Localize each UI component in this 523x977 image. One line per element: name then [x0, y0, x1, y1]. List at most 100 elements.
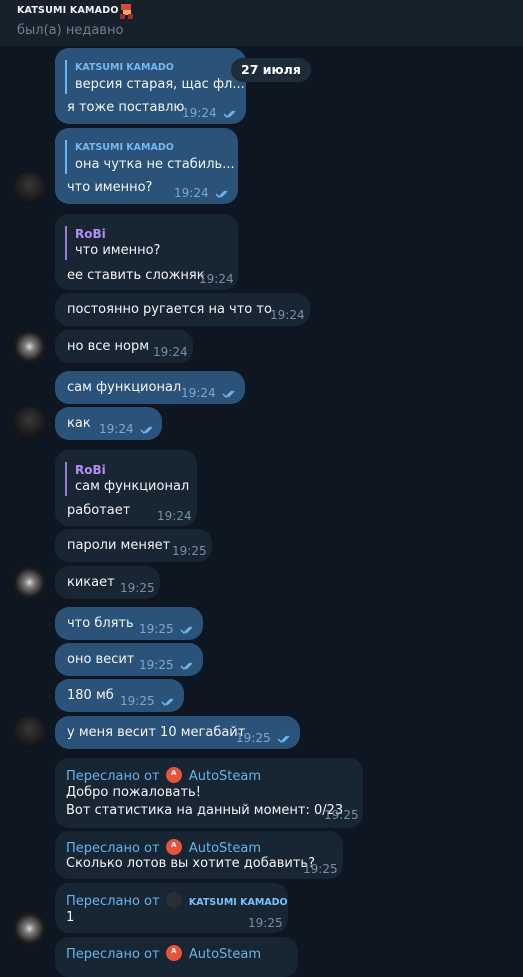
- message-text: но все норм: [67, 339, 150, 354]
- message-text: я тоже поставлю: [67, 100, 185, 115]
- message-bubble[interactable]: 180 мб 19:25: [55, 679, 184, 712]
- message-time: 19:25: [120, 581, 155, 595]
- message-bubble[interactable]: KATSUMI KAMADO версия старая, щас фл... …: [55, 48, 246, 124]
- contact-name[interactable]: KATSUMI KAMADO: [17, 5, 119, 16]
- message-bubble[interactable]: KATSUMI KAMADO она чутка не стабиль... ч…: [55, 128, 238, 204]
- avatar[interactable]: [13, 330, 46, 363]
- reply-quote[interactable]: RoBi сам функционал: [65, 462, 189, 496]
- reply-quote[interactable]: KATSUMI KAMADO версия старая, щас фл...: [65, 60, 245, 94]
- message-text: у меня весит 10 мегабайт: [67, 725, 246, 740]
- double-check-icon: [161, 698, 174, 706]
- reply-author: RoBi: [75, 227, 106, 241]
- message-time: 19:24: [181, 386, 216, 400]
- forwarded-label: Переслано от: [66, 841, 160, 856]
- message-time: 19:25: [303, 862, 338, 876]
- message-text: оно весит: [67, 652, 135, 667]
- forwarded-source[interactable]: AutoSteam: [189, 947, 261, 962]
- forwarded-header[interactable]: Переслано от AutoSteam: [66, 945, 261, 962]
- double-check-icon: [180, 626, 193, 634]
- message-text: постоянно ругается на что то: [67, 302, 272, 317]
- avatar[interactable]: [13, 716, 46, 749]
- message-text: что именно?: [67, 180, 153, 195]
- reply-text: сам функционал: [75, 479, 190, 494]
- message-time: 19:24: [174, 186, 209, 200]
- reply-quote[interactable]: KATSUMI KAMADO она чутка не стабиль...: [65, 140, 235, 174]
- message-text: работает: [67, 503, 131, 518]
- message-bubble[interactable]: RoBi сам функционал работает 19:24: [55, 450, 197, 526]
- double-check-icon: [223, 110, 236, 118]
- message-time: 19:25: [120, 694, 155, 708]
- message-bubble[interactable]: что блять 19:25: [55, 607, 203, 640]
- reply-author: RoBi: [75, 463, 106, 477]
- forwarded-label: Переслано от: [66, 947, 160, 962]
- forwarded-header[interactable]: Переслано от AutoSteam: [66, 767, 261, 784]
- message-text: 180 мб: [67, 688, 114, 703]
- chat-header[interactable]: KATSUMI KAMADO был(а) недавно: [0, 0, 523, 46]
- message-text: что блять: [67, 616, 134, 631]
- message-time: 19:25: [248, 916, 283, 930]
- message-text: ее ставить сложняк: [67, 268, 205, 283]
- reply-text: версия старая, щас фл...: [75, 77, 245, 92]
- avatar[interactable]: [13, 566, 46, 599]
- avatar[interactable]: [13, 912, 46, 945]
- double-check-icon: [222, 390, 235, 398]
- reply-author: KATSUMI KAMADO: [75, 62, 174, 73]
- message-bubble[interactable]: у меня весит 10 мегабайт 19:25: [55, 716, 300, 749]
- user-avatar-icon: [165, 892, 182, 908]
- avatar[interactable]: [13, 172, 46, 205]
- reply-text: что именно?: [75, 243, 161, 258]
- double-check-icon: [140, 426, 153, 434]
- message-bubble[interactable]: Переслано от KATSUMI KAMADO 1 19:25: [55, 883, 288, 933]
- message-bubble[interactable]: Переслано от AutoSteam Добро пожаловать!…: [55, 758, 363, 828]
- message-bubble[interactable]: пароли меняет 19:25: [55, 529, 212, 562]
- autosteam-avatar-icon: [165, 945, 182, 961]
- message-bubble[interactable]: как 19:24: [55, 407, 162, 440]
- message-bubble[interactable]: Переслано от AutoSteam: [55, 937, 298, 977]
- message-time: 19:24: [199, 272, 234, 286]
- message-time: 19:25: [139, 622, 174, 636]
- message-time: 19:25: [172, 544, 207, 558]
- message-text: Добро пожаловать!: [66, 785, 201, 800]
- forwarded-source[interactable]: AutoSteam: [189, 769, 261, 784]
- reply-quote[interactable]: RoBi что именно?: [65, 226, 160, 260]
- contact-status: был(а) недавно: [17, 23, 124, 38]
- message-time: 19:25: [324, 808, 359, 822]
- forwarded-header[interactable]: Переслано от KATSUMI KAMADO: [66, 892, 288, 909]
- message-time: 19:24: [182, 106, 217, 120]
- autosteam-avatar-icon: [165, 767, 182, 783]
- message-bubble[interactable]: кикает 19:25: [55, 566, 160, 599]
- contact-emoji-icon: [120, 4, 133, 19]
- message-bubble[interactable]: но все норм 19:24: [55, 330, 193, 363]
- message-text: кикает: [67, 575, 115, 590]
- message-time: 19:24: [270, 308, 305, 322]
- double-check-icon: [215, 190, 228, 198]
- reply-author: KATSUMI KAMADO: [75, 142, 174, 153]
- message-text: Сколько лотов вы хотите добавить?: [66, 856, 315, 871]
- date-separator: 27 июля: [231, 58, 311, 82]
- forwarded-label: Переслано от: [66, 769, 160, 784]
- forwarded-source[interactable]: AutoSteam: [189, 841, 261, 856]
- message-time: 19:24: [157, 509, 192, 523]
- reply-text: она чутка не стабиль...: [75, 157, 235, 172]
- message-bubble[interactable]: RoBi что именно? ее ставить сложняк 19:2…: [55, 214, 238, 290]
- message-bubble[interactable]: постоянно ругается на что то 19:24: [55, 293, 310, 326]
- message-text: как: [67, 416, 91, 431]
- double-check-icon: [277, 735, 290, 743]
- message-time: 19:24: [153, 345, 188, 359]
- message-bubble[interactable]: сам функционал 19:24: [55, 371, 245, 404]
- message-text: Вот статистика на данный момент: 0/23: [66, 803, 344, 818]
- avatar[interactable]: [13, 407, 46, 440]
- message-text: 1: [66, 910, 75, 925]
- message-time: 19:25: [236, 731, 271, 745]
- message-text: пароли меняет: [67, 538, 171, 553]
- message-text: сам функционал: [67, 380, 182, 395]
- message-time: 19:24: [99, 422, 134, 436]
- message-time: 19:25: [139, 658, 174, 672]
- forwarded-label: Переслано от: [66, 894, 160, 909]
- message-bubble[interactable]: оно весит 19:25: [55, 643, 203, 676]
- autosteam-avatar-icon: [165, 839, 182, 855]
- forwarded-source[interactable]: KATSUMI KAMADO: [189, 897, 288, 908]
- double-check-icon: [180, 662, 193, 670]
- message-bubble[interactable]: Переслано от AutoSteam Сколько лотов вы …: [55, 831, 343, 879]
- forwarded-header[interactable]: Переслано от AutoSteam: [66, 839, 261, 856]
